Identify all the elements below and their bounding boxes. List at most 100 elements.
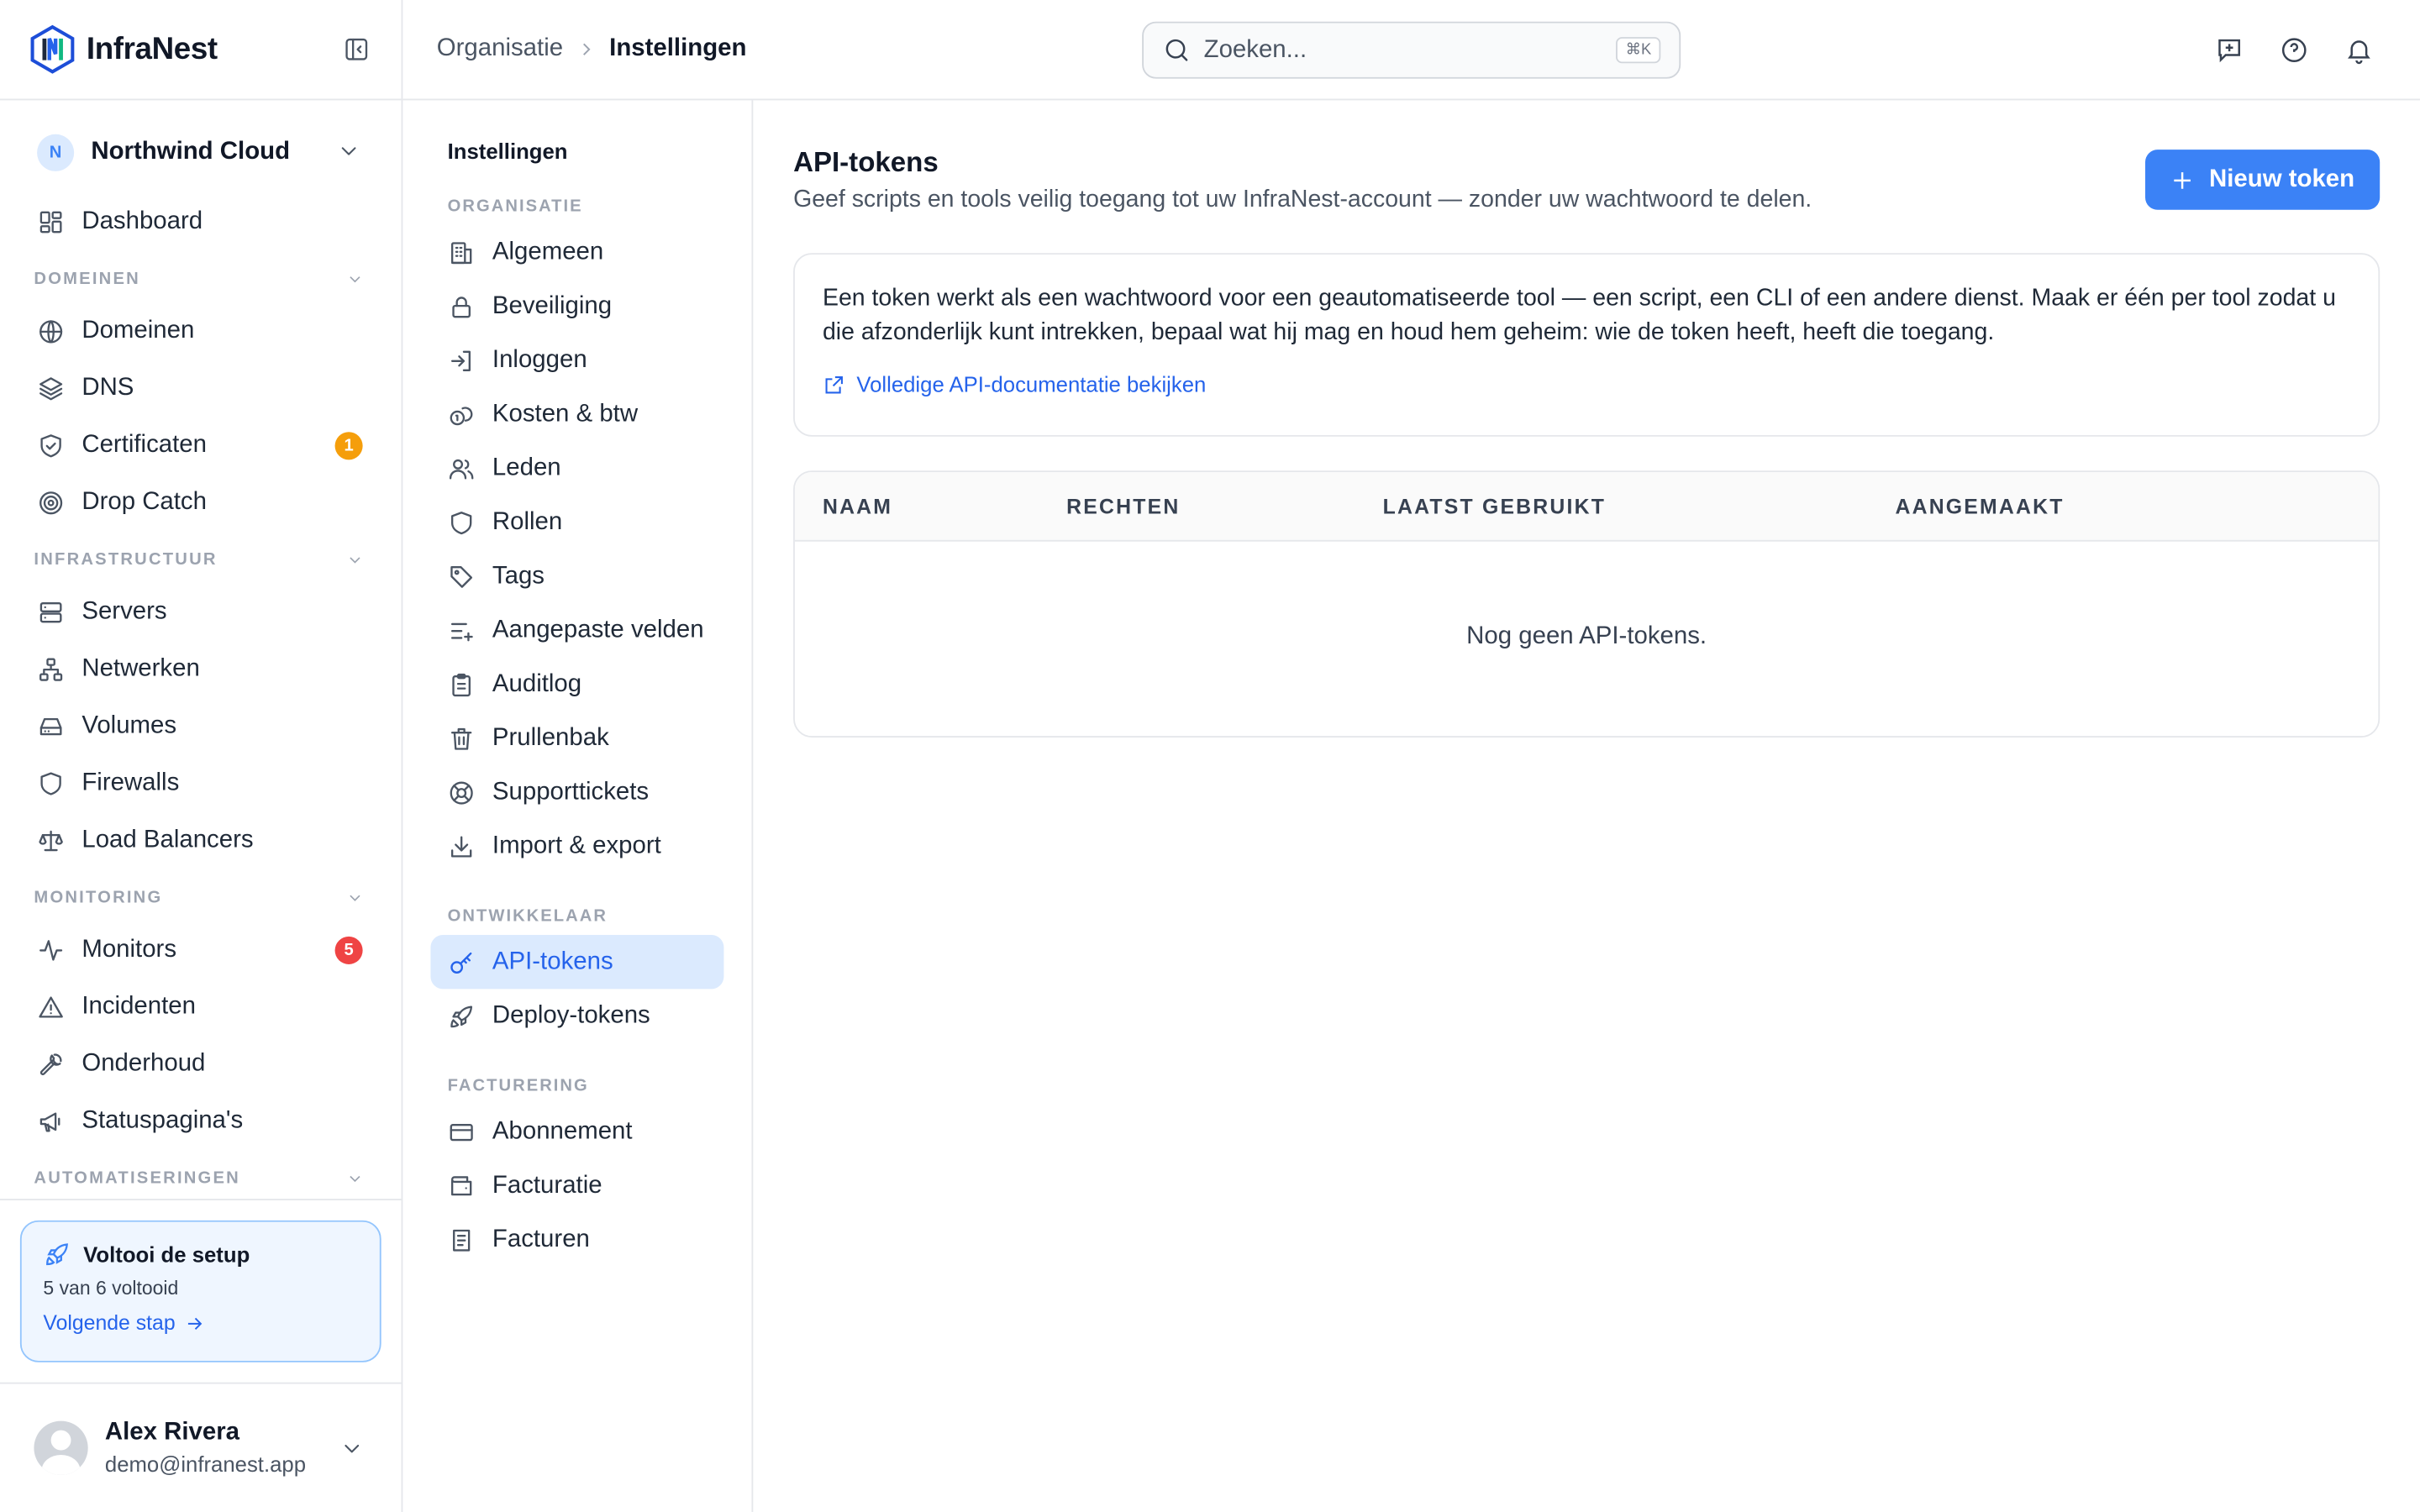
subnav-item-tags[interactable]: Tags xyxy=(430,549,723,603)
page-title: API-tokens xyxy=(793,146,939,178)
column-header-naam[interactable]: NAAM xyxy=(823,496,892,519)
chevron-down-icon xyxy=(350,276,360,283)
log-in-icon xyxy=(450,349,471,371)
subnav-item-label: Facturen xyxy=(492,1226,590,1252)
sidebar-item-incidenten[interactable]: Incidenten xyxy=(0,978,402,1035)
subnav-item-label: Auditlog xyxy=(492,670,582,697)
wallet-icon xyxy=(450,1175,472,1195)
org-switcher[interactable]: N Northwind Cloud xyxy=(31,118,380,186)
brand-name[interactable]: InfraNest xyxy=(87,32,218,67)
rocket-icon xyxy=(46,1243,68,1266)
sidebar-item-servers[interactable]: Servers xyxy=(0,583,402,640)
alert-triangle-icon xyxy=(39,995,63,1017)
chevron-down-icon xyxy=(350,1175,360,1183)
sidebar-collapse-icon[interactable] xyxy=(343,35,371,63)
infranest-logo-icon[interactable] xyxy=(28,24,77,74)
sidebar-item-dashboard[interactable]: Dashboard xyxy=(0,193,402,250)
user-menu[interactable]: Alex Rivera demo@infranest.app xyxy=(0,1382,402,1512)
shield-icon xyxy=(40,771,61,795)
subnav-title: Instellingen xyxy=(447,139,568,164)
subnav-item-inloggen[interactable]: Inloggen xyxy=(430,333,723,387)
shield-check-icon xyxy=(40,433,61,457)
subnav-item-rollen[interactable]: Rollen xyxy=(430,496,723,549)
sidebar-item-label: Servers xyxy=(82,597,167,624)
info-card: Een token werkt als een wachtwoord voor … xyxy=(793,253,2381,437)
sidebar-item-dns[interactable]: DNS xyxy=(0,360,402,417)
subnav-item-label: Algemeen xyxy=(492,238,604,265)
sidebar-item-firewalls[interactable]: Firewalls xyxy=(0,754,402,811)
search-placeholder: Zoeken... xyxy=(1203,36,1307,63)
external-link-icon xyxy=(825,375,843,393)
search-input[interactable]: Zoeken... ⌘K xyxy=(1142,21,1681,79)
subnav-item-supporttickets[interactable]: Supporttickets xyxy=(430,765,723,819)
empty-state-text: Nog geen API-tokens. xyxy=(1466,623,1707,650)
section-label: AUTOMATISERINGEN xyxy=(34,1169,240,1189)
arrow-right-icon xyxy=(187,1316,202,1330)
sidebar: InfraNest N Northwind Cloud Dashboard DO… xyxy=(0,0,403,1512)
subnav-item-facturatie[interactable]: Facturatie xyxy=(430,1158,723,1212)
sidebar-item-label: Drop Catch xyxy=(82,488,207,515)
sidebar-item-certificaten[interactable]: Certificaten 1 xyxy=(0,417,402,474)
section-label: MONITORING xyxy=(34,888,163,907)
brand-header: InfraNest xyxy=(0,0,402,101)
column-header-aangemaakt[interactable]: AANGEMAAKT xyxy=(1895,496,2064,519)
setup-next-step-link[interactable]: Volgende stap xyxy=(43,1311,358,1335)
sidebar-item-label: Firewalls xyxy=(82,769,180,795)
network-icon xyxy=(39,657,63,680)
subnav-item-deploy-tokens[interactable]: Deploy-tokens xyxy=(430,989,723,1042)
server-icon xyxy=(39,601,62,622)
new-token-button[interactable]: Nieuw token xyxy=(2145,150,2381,210)
activity-icon xyxy=(39,939,63,960)
sidebar-item-monitors[interactable]: Monitors 5 xyxy=(0,921,402,979)
subnav-item-label: Prullenbak xyxy=(492,724,609,751)
user-name: Alex Rivera xyxy=(104,1419,240,1446)
api-docs-link-label: Volledige API-documentatie bekijken xyxy=(856,371,1207,397)
search-shortcut-hint: ⌘K xyxy=(1616,37,1661,64)
api-docs-link[interactable]: Volledige API-documentatie bekijken xyxy=(823,372,2350,396)
monitors-count-badge: 5 xyxy=(334,935,363,964)
feedback-icon[interactable] xyxy=(2215,35,2244,65)
sidebar-item-label: Domeinen xyxy=(82,317,195,344)
chevron-right-icon xyxy=(582,43,591,55)
subnav-item-prullenbak[interactable]: Prullenbak xyxy=(430,711,723,765)
section-monitoring[interactable]: MONITORING xyxy=(0,874,402,921)
sidebar-item-domeinen[interactable]: Domeinen xyxy=(0,302,402,360)
sidebar-item-statuspaginas[interactable]: Statuspagina's xyxy=(0,1092,402,1149)
sidebar-item-load-balancers[interactable]: Load Balancers xyxy=(0,811,402,869)
sidebar-item-label: Dashboard xyxy=(82,207,203,234)
subnav-item-aangepaste-velden[interactable]: Aangepaste velden xyxy=(430,603,723,657)
subnav-item-algemeen[interactable]: Algemeen xyxy=(430,225,723,279)
avatar xyxy=(34,1420,88,1475)
subnav-item-abonnement[interactable]: Abonnement xyxy=(430,1105,723,1158)
column-header-rechten[interactable]: RECHTEN xyxy=(1066,496,1180,519)
section-infrastructuur[interactable]: INFRASTRUCTUUR xyxy=(0,537,402,583)
column-header-laatst-gebruikt[interactable]: LAATST GEBRUIKT xyxy=(1383,496,1606,519)
subnav-item-facturen[interactable]: Facturen xyxy=(430,1213,723,1267)
subnav-item-import-export[interactable]: Import & export xyxy=(430,819,723,873)
chevron-down-icon xyxy=(350,557,360,564)
subnav-item-label: Import & export xyxy=(492,832,661,859)
section-domeinen[interactable]: DOMEINEN xyxy=(0,256,402,302)
sidebar-nav[interactable]: Dashboard DOMEINEN Domeinen DNS Certific… xyxy=(0,193,402,1257)
subnav-item-kosten-btw[interactable]: Kosten & btw xyxy=(430,387,723,441)
section-automatiseringen[interactable]: AUTOMATISERINGEN xyxy=(0,1156,402,1202)
sidebar-item-onderhoud[interactable]: Onderhoud xyxy=(0,1035,402,1092)
subnav-group-label: ONTWIKKELAAR xyxy=(447,906,608,927)
subnav-item-label: Kosten & btw xyxy=(492,400,639,427)
breadcrumb-organisatie[interactable]: Organisatie xyxy=(437,35,563,63)
subnav-item-leden[interactable]: Leden xyxy=(430,441,723,495)
megaphone-icon xyxy=(39,1111,60,1131)
sidebar-item-drop-catch[interactable]: Drop Catch xyxy=(0,474,402,531)
subnav-item-label: Aangepaste velden xyxy=(492,616,704,643)
bell-icon[interactable] xyxy=(2344,35,2374,65)
sidebar-item-netwerken[interactable]: Netwerken xyxy=(0,640,402,697)
subnav-item-auditlog[interactable]: Auditlog xyxy=(430,657,723,711)
sidebar-item-label: Netwerken xyxy=(82,654,200,681)
help-icon[interactable] xyxy=(2280,35,2309,65)
subnav-item-api-tokens[interactable]: API-tokens xyxy=(430,935,724,990)
search-icon xyxy=(1165,39,1188,61)
sidebar-item-volumes[interactable]: Volumes xyxy=(0,697,402,754)
setup-progress-card[interactable]: Voltooi de setup 5 van 6 voltooid Volgen… xyxy=(19,1220,381,1362)
lock-icon xyxy=(452,296,471,318)
subnav-item-beveiliging[interactable]: Beveiliging xyxy=(430,279,723,333)
